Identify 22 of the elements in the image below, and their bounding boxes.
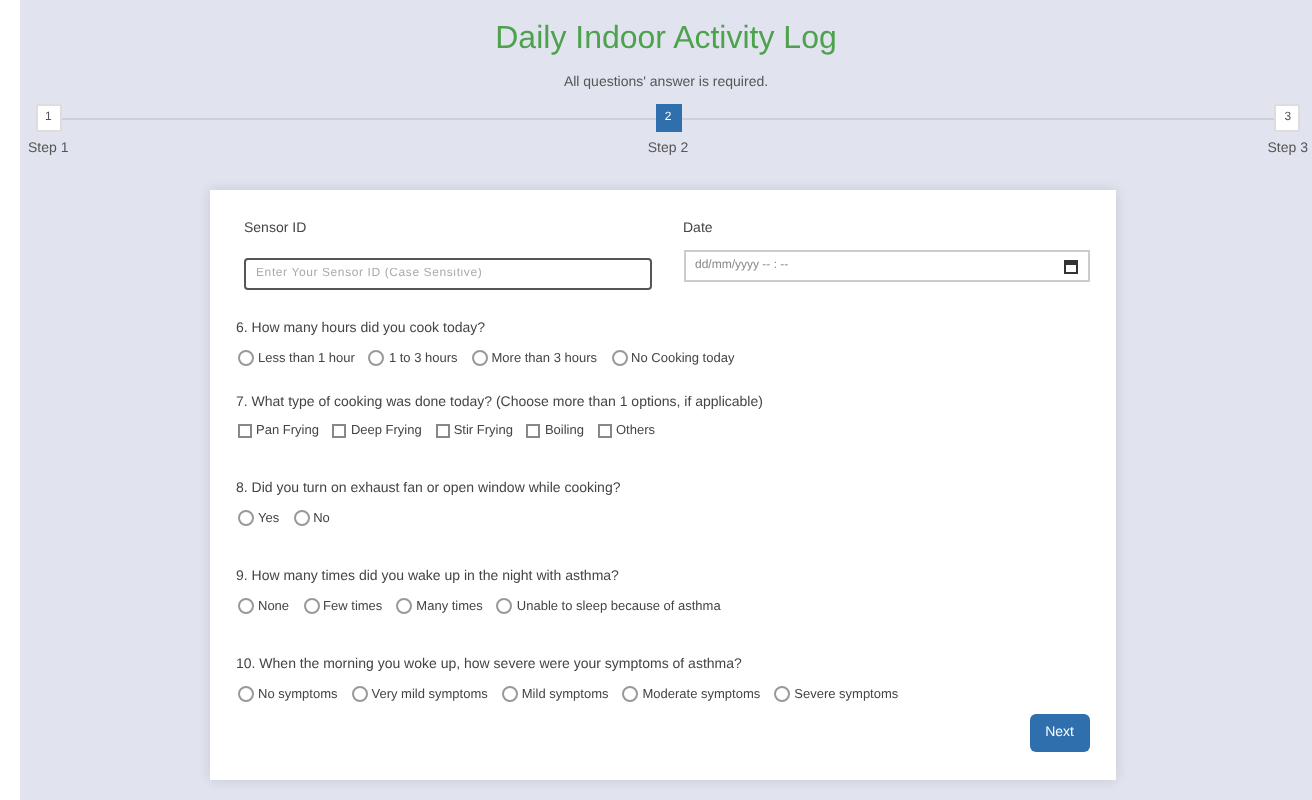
calendar-icon[interactable] — [1064, 259, 1078, 273]
radio-button[interactable] — [303, 598, 320, 614]
page-title: Daily Indoor Activity Log — [493, 20, 839, 60]
checkbox[interactable] — [332, 424, 347, 438]
radio-button[interactable] — [622, 686, 639, 702]
radio-button[interactable] — [611, 350, 628, 366]
radio-button[interactable] — [293, 510, 310, 526]
checkbox[interactable] — [597, 424, 612, 438]
radio-button[interactable] — [496, 598, 513, 614]
checkbox[interactable] — [435, 424, 450, 438]
radio-button[interactable] — [238, 510, 254, 526]
radio-button[interactable] — [501, 686, 518, 702]
checkbox[interactable] — [238, 424, 252, 438]
radio-button[interactable] — [238, 598, 254, 614]
radio-button[interactable] — [368, 350, 385, 366]
radio-button[interactable] — [238, 686, 254, 702]
radio-button[interactable] — [351, 686, 368, 702]
checkbox[interactable] — [526, 424, 541, 438]
radio-button[interactable] — [238, 350, 254, 366]
radio-button[interactable] — [396, 598, 413, 614]
radio-button[interactable] — [471, 350, 488, 366]
radio-button[interactable] — [774, 686, 791, 702]
